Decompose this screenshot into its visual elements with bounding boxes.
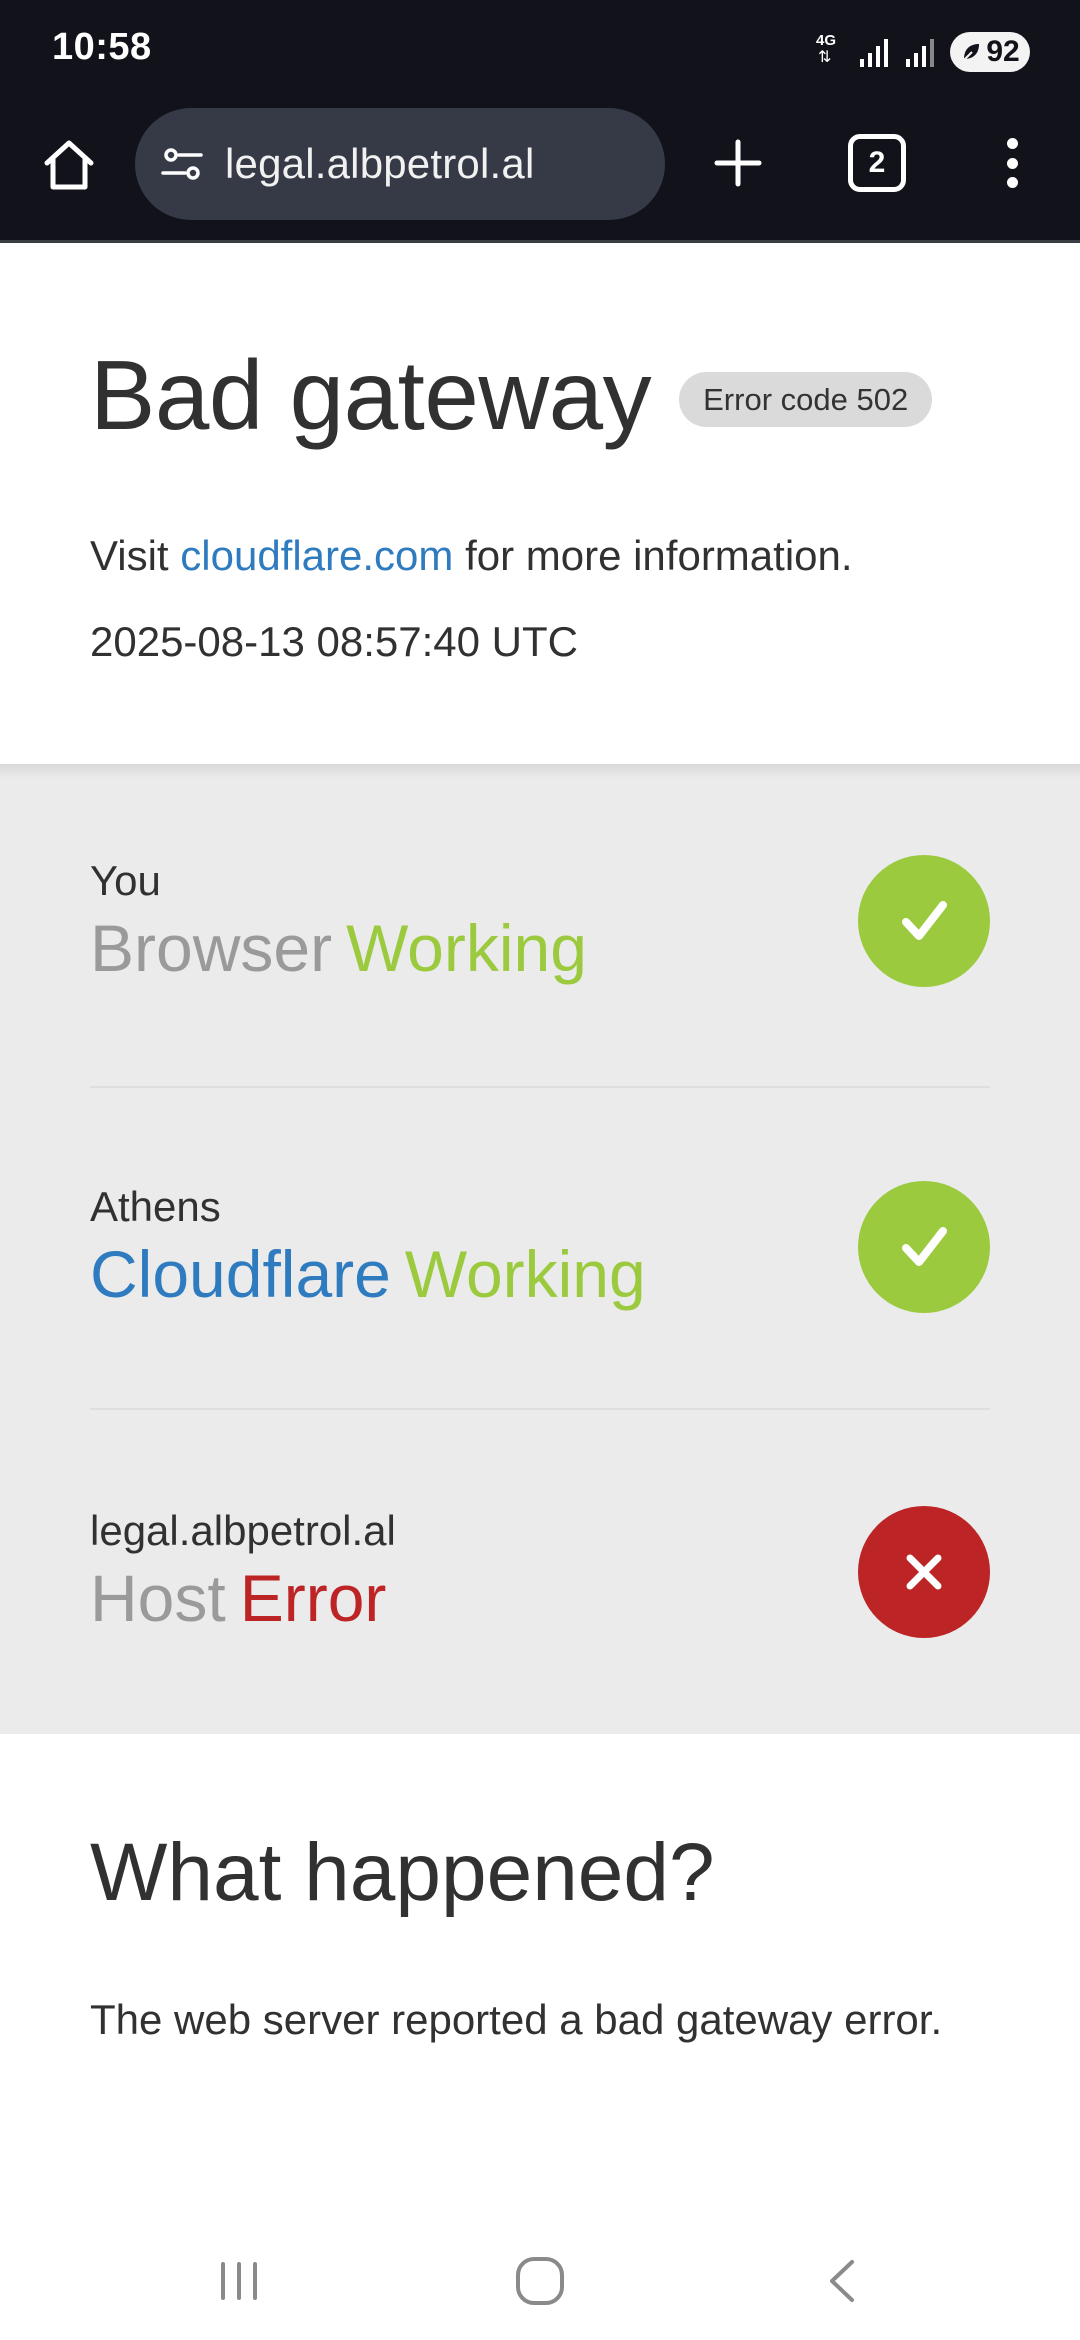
- signal-icon: [860, 39, 888, 67]
- home-button[interactable]: [38, 134, 100, 196]
- home-icon: [44, 140, 94, 190]
- node-browser: You Browser Working: [90, 764, 990, 1086]
- address-bar[interactable]: legal.albpetrol.al: [135, 108, 665, 220]
- node-cloudflare: Athens Cloudflare Working: [90, 1086, 990, 1408]
- signal-icon-2: [906, 39, 934, 67]
- page-title: Bad gateway: [90, 340, 652, 450]
- home-nav-button[interactable]: [505, 2246, 575, 2316]
- visit-suffix: for more information.: [465, 532, 853, 579]
- title-row: Bad gateway Error code 502: [90, 340, 933, 450]
- node-name: Cloudflare: [90, 1237, 391, 1311]
- node-status: Working: [346, 911, 587, 985]
- status-bar: 10:58 4G ⇅ 92: [0, 0, 1080, 100]
- browser-toolbar: legal.albpetrol.al 2: [0, 100, 1080, 243]
- network-4g-icon: 4G ⇅: [816, 32, 837, 66]
- connection-status-section: You Browser Working Athens Cloudflare Work…: [0, 764, 1080, 1734]
- home-circle-icon: [516, 2257, 564, 2305]
- cloudflare-link[interactable]: cloudflare.com: [180, 532, 453, 579]
- node-name: Host: [90, 1561, 226, 1635]
- status-ok-badge: [858, 1181, 990, 1313]
- power-saving-icon: [962, 44, 980, 62]
- node-location: You: [90, 857, 161, 904]
- battery-indicator: 92: [950, 32, 1030, 72]
- status-indicators: 4G ⇅ 92: [816, 30, 1030, 74]
- node-status-line: Browser Working: [90, 915, 587, 981]
- back-icon: [830, 2260, 854, 2302]
- visit-prefix: Visit: [90, 532, 169, 579]
- visit-line: Visit cloudflare.com for more informatio…: [90, 532, 853, 580]
- tune-icon[interactable]: [157, 139, 207, 189]
- error-header: Bad gateway Error code 502 Visit cloudfl…: [0, 246, 1080, 764]
- node-location: Athens: [90, 1183, 221, 1230]
- node-status-line: Host Error: [90, 1565, 386, 1631]
- node-status: Working: [404, 1237, 646, 1311]
- error-code-badge: Error code 502: [679, 371, 933, 427]
- status-error-badge: [858, 1506, 990, 1638]
- system-nav-bar: [0, 2214, 1080, 2340]
- tab-switcher-button[interactable]: 2: [848, 134, 906, 192]
- url-text[interactable]: legal.albpetrol.al: [225, 140, 534, 188]
- what-happened-title: What happened?: [90, 1827, 715, 1918]
- more-vert-icon[interactable]: [998, 130, 1026, 196]
- recents-icon: [221, 2262, 257, 2300]
- node-location: legal.albpetrol.al: [90, 1507, 396, 1554]
- plus-icon: [714, 139, 762, 187]
- node-status-line: Cloudflare Working: [90, 1241, 646, 1307]
- node-host: legal.albpetrol.al Host Error: [90, 1408, 990, 1730]
- status-ok-badge: [858, 855, 990, 987]
- new-tab-button[interactable]: [705, 130, 771, 196]
- close-icon: [906, 1554, 942, 1590]
- battery-level: 92: [986, 35, 1020, 68]
- back-button[interactable]: [808, 2246, 878, 2316]
- recents-button[interactable]: [204, 2246, 274, 2316]
- check-icon: [902, 1227, 947, 1266]
- node-status: Error: [239, 1561, 387, 1635]
- what-happened-section: What happened? The web server reported a…: [0, 1734, 1080, 2214]
- check-icon: [902, 901, 947, 940]
- status-time: 10:58: [52, 26, 152, 68]
- network-type: 4G: [816, 32, 837, 49]
- node-name: Browser: [90, 911, 333, 985]
- what-happened-body: The web server reported a bad gateway er…: [90, 1996, 943, 2043]
- error-timestamp: 2025-08-13 08:57:40 UTC: [90, 618, 578, 665]
